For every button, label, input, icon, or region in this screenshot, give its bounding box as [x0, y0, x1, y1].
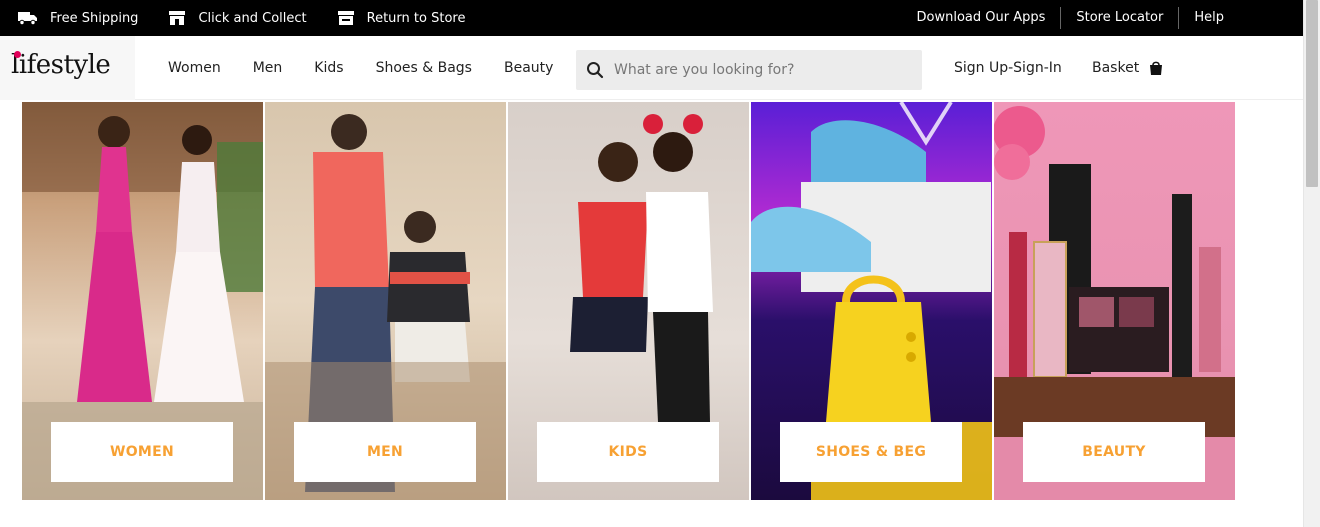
men-cta-button[interactable]: MEN	[294, 422, 476, 482]
nav-beauty[interactable]: Beauty	[504, 60, 553, 76]
free-shipping-label: Free Shipping	[50, 10, 139, 26]
search-box	[576, 50, 922, 90]
beauty-cta-button[interactable]: BEAUTY	[1023, 422, 1205, 482]
topbar-left-links: Free Shipping Click and Collect Return t…	[18, 0, 495, 36]
scrollbar-thumb[interactable]	[1306, 0, 1318, 187]
nav-kids[interactable]: Kids	[314, 60, 343, 76]
store-locator-link[interactable]: Store Locator	[1060, 7, 1178, 29]
shoes-bags-cta-button[interactable]: SHOES & BEG	[780, 422, 962, 482]
tile-kids[interactable]: KIDS	[508, 102, 749, 500]
basket-icon	[1150, 61, 1163, 75]
basket-link[interactable]: Basket	[1092, 36, 1163, 100]
download-apps-link[interactable]: Download Our Apps	[902, 7, 1061, 29]
category-tiles: WOMEN MEN KIDS SHOES & BEG BEAUTY	[22, 102, 1236, 500]
basket-label: Basket	[1092, 60, 1140, 76]
free-shipping-link[interactable]: Free Shipping	[18, 10, 138, 26]
search-icon[interactable]	[586, 61, 604, 79]
return-store-label: Return to Store	[366, 10, 466, 26]
topbar-right-links: Download Our Apps Store Locator Help	[902, 0, 1240, 36]
tile-beauty[interactable]: BEAUTY	[994, 102, 1235, 500]
help-link[interactable]: Help	[1178, 7, 1239, 29]
tile-women[interactable]: WOMEN	[22, 102, 263, 500]
nav-shoes-bags[interactable]: Shoes & Bags	[376, 60, 472, 76]
logo-dot	[14, 51, 21, 58]
nav-men[interactable]: Men	[253, 60, 283, 76]
logo-link[interactable]: lifestyle	[0, 36, 135, 100]
click-collect-label: Click and Collect	[198, 10, 307, 26]
tile-men[interactable]: MEN	[265, 102, 506, 500]
click-collect-link[interactable]: Click and Collect	[168, 10, 307, 26]
truck-icon	[18, 12, 37, 26]
main-header: lifestyle Women Men Kids Shoes & Bags Be…	[0, 36, 1303, 100]
return-store-icon	[337, 11, 354, 25]
nav-women[interactable]: Women	[168, 60, 221, 76]
search-input[interactable]	[614, 62, 904, 78]
signin-link[interactable]: Sign Up-Sign-In	[954, 36, 1062, 100]
main-nav: Women Men Kids Shoes & Bags Beauty	[168, 36, 585, 100]
kids-cta-button[interactable]: KIDS	[537, 422, 719, 482]
store-icon	[169, 11, 186, 25]
women-cta-button[interactable]: WOMEN	[51, 422, 233, 482]
logo-text: lifestyle	[11, 50, 111, 80]
top-utility-bar: Free Shipping Click and Collect Return t…	[0, 0, 1303, 36]
page-scrollbar[interactable]	[1303, 0, 1320, 527]
tile-shoes-bags[interactable]: SHOES & BEG	[751, 102, 992, 500]
signin-label: Sign Up-Sign-In	[954, 60, 1062, 76]
return-store-link[interactable]: Return to Store	[337, 10, 466, 26]
